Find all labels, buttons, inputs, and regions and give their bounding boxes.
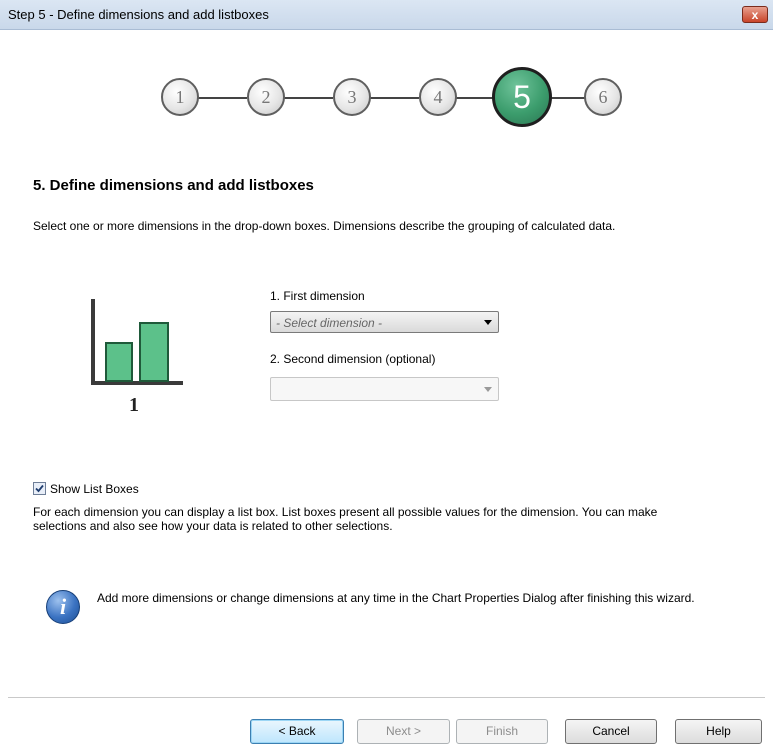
info-text: Add more dimensions or change dimensions… bbox=[97, 591, 695, 605]
cancel-button[interactable]: Cancel bbox=[565, 719, 657, 744]
close-button[interactable]: x bbox=[742, 6, 768, 23]
page-heading: 5. Define dimensions and add listboxes bbox=[33, 177, 314, 194]
footer-divider bbox=[8, 697, 765, 698]
step-2: 2 bbox=[247, 78, 285, 116]
step-4: 4 bbox=[419, 78, 457, 116]
first-dimension-select[interactable]: - Select dimension - bbox=[270, 311, 499, 333]
page-description: Select one or more dimensions in the dro… bbox=[33, 219, 616, 233]
title-bar: Step 5 - Define dimensions and add listb… bbox=[0, 0, 773, 30]
step-6: 6 bbox=[584, 78, 622, 116]
second-dimension-select[interactable] bbox=[270, 377, 499, 401]
step-connector bbox=[369, 97, 419, 99]
dropdown-arrow-icon bbox=[484, 387, 492, 392]
wizard-content: 1 2 3 4 5 6 5. Define dimensions and add… bbox=[8, 31, 765, 756]
checkmark-icon bbox=[35, 485, 44, 493]
dropdown-arrow-icon bbox=[484, 320, 492, 325]
window-title: Step 5 - Define dimensions and add listb… bbox=[8, 7, 269, 22]
back-button[interactable]: < Back bbox=[250, 719, 344, 744]
close-icon: x bbox=[751, 8, 759, 22]
first-dimension-label: 1. First dimension bbox=[270, 289, 365, 303]
step-3: 3 bbox=[333, 78, 371, 116]
next-button[interactable]: Next > bbox=[357, 719, 450, 744]
step-5-active: 5 bbox=[492, 67, 552, 127]
list-boxes-description: For each dimension you can display a lis… bbox=[33, 505, 658, 533]
chart-icon-number: 1 bbox=[129, 394, 139, 416]
show-list-boxes-checkbox[interactable] bbox=[33, 482, 46, 496]
bar-chart-icon: 1 bbox=[88, 299, 188, 422]
step-connector bbox=[197, 97, 247, 99]
step-1: 1 bbox=[161, 78, 199, 116]
info-icon: i bbox=[46, 590, 80, 624]
help-button[interactable]: Help bbox=[675, 719, 762, 744]
step-connector bbox=[455, 97, 495, 99]
show-list-boxes-row[interactable]: Show List Boxes bbox=[33, 481, 139, 496]
second-dimension-label: 2. Second dimension (optional) bbox=[270, 352, 436, 366]
show-list-boxes-label: Show List Boxes bbox=[50, 481, 139, 496]
first-dimension-value: - Select dimension - bbox=[276, 316, 383, 330]
finish-button[interactable]: Finish bbox=[456, 719, 548, 744]
step-connector bbox=[283, 97, 333, 99]
